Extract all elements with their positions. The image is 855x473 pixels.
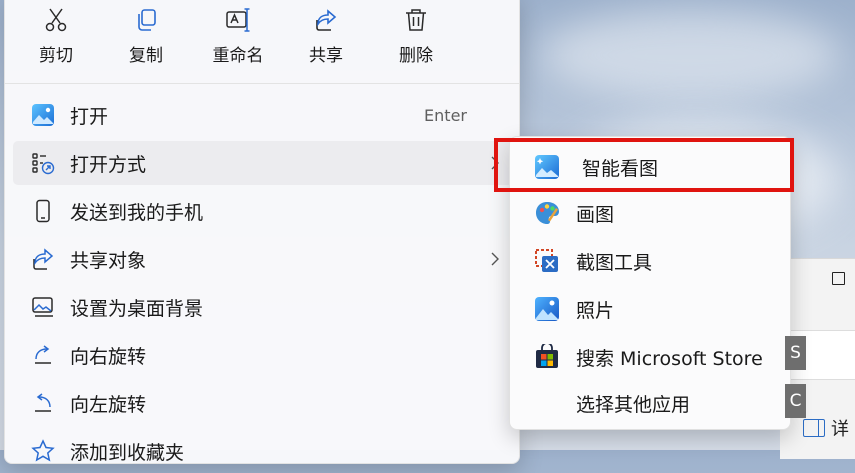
menu-item-rotate-left[interactable]: 向左旋转 bbox=[13, 381, 513, 425]
menu-item-open[interactable]: 打开 Enter bbox=[13, 93, 513, 137]
scissors-icon bbox=[45, 8, 67, 32]
rotate-left-icon bbox=[35, 393, 51, 412]
paint-icon bbox=[536, 202, 559, 224]
menu-item-add-to-favorites[interactable]: 添加到收藏夹 bbox=[13, 429, 513, 473]
access-key-badge: C bbox=[785, 384, 806, 418]
details-label: 详 bbox=[831, 419, 849, 440]
share-icon bbox=[316, 9, 337, 31]
submenu-item-label: 选择其他应用 bbox=[576, 393, 691, 416]
snipping-tool-icon bbox=[535, 249, 558, 272]
shortcut-label: Enter bbox=[424, 105, 467, 125]
submenu-item-smart-viewer[interactable]: 智能看图 bbox=[516, 145, 784, 189]
share-icon bbox=[33, 248, 54, 270]
menu-item-label: 向左旋转 bbox=[70, 393, 147, 416]
rotate-right-icon bbox=[35, 345, 51, 364]
submenu-item-label: 画图 bbox=[576, 203, 615, 226]
menu-divider bbox=[5, 83, 519, 84]
star-icon bbox=[31, 439, 55, 462]
desktop-background-icon bbox=[32, 297, 53, 317]
open-with-icon bbox=[32, 153, 55, 175]
copy-icon bbox=[138, 9, 156, 31]
submenu-item-label: 智能看图 bbox=[582, 157, 659, 180]
submenu-item-paint[interactable]: 画图 bbox=[516, 191, 784, 235]
menu-item-label: 发送到我的手机 bbox=[70, 201, 204, 224]
menu-item-label: 向右旋转 bbox=[70, 345, 147, 368]
menu-item-share-with[interactable]: 共享对象 bbox=[13, 237, 513, 281]
context-menu: 剪切 复制 重命名 共享 删除 打开 Enter 打开方式 发送到我的手机 共享… bbox=[4, 0, 520, 464]
copy-label: 复制 bbox=[129, 46, 163, 66]
delete-button[interactable]: 删除 bbox=[381, 1, 451, 77]
menu-item-label: 共享对象 bbox=[70, 249, 147, 272]
photos-icon bbox=[535, 297, 559, 321]
details-pane-button[interactable]: 详 bbox=[803, 415, 849, 441]
menu-item-label: 打开方式 bbox=[70, 153, 147, 176]
submenu-item-choose-other-app[interactable]: 选择其他应用 bbox=[516, 381, 784, 425]
menu-item-rotate-right[interactable]: 向右旋转 bbox=[13, 333, 513, 377]
menu-item-open-with[interactable]: 打开方式 bbox=[13, 141, 513, 185]
rename-label: 重命名 bbox=[212, 46, 264, 66]
submenu-item-label: 搜索 Microsoft Store bbox=[576, 347, 763, 370]
rename-button[interactable]: 重命名 bbox=[203, 1, 273, 77]
details-pane-icon bbox=[803, 419, 825, 437]
copy-button[interactable]: 复制 bbox=[111, 1, 181, 77]
access-key-badge: S bbox=[785, 336, 806, 370]
chevron-right-icon bbox=[491, 156, 499, 170]
submenu-item-photos[interactable]: 照片 bbox=[516, 287, 784, 331]
share-button[interactable]: 共享 bbox=[291, 1, 361, 77]
menu-item-set-desktop-background[interactable]: 设置为桌面背景 bbox=[13, 285, 513, 329]
background-cloud bbox=[540, 10, 840, 100]
delete-label: 删除 bbox=[399, 46, 433, 66]
smart-viewer-icon bbox=[535, 155, 559, 179]
submenu-item-label: 截图工具 bbox=[576, 251, 653, 274]
chevron-right-icon bbox=[491, 252, 499, 266]
cut-label: 剪切 bbox=[39, 46, 73, 66]
trash-icon bbox=[406, 9, 426, 31]
photos-icon bbox=[32, 104, 54, 126]
quick-action-bar: 剪切 复制 重命名 共享 删除 bbox=[5, 1, 519, 77]
rename-icon bbox=[226, 8, 250, 32]
submenu-item-label: 照片 bbox=[576, 299, 615, 322]
menu-item-label: 打开 bbox=[70, 105, 109, 128]
cut-button[interactable]: 剪切 bbox=[21, 1, 91, 77]
phone-icon bbox=[36, 199, 50, 223]
maximize-icon[interactable] bbox=[832, 272, 845, 285]
open-with-submenu: 智能看图 画图 截图工具 照片 搜索 Microsoft Store 选择其他应… bbox=[509, 136, 791, 430]
menu-item-send-to-phone[interactable]: 发送到我的手机 bbox=[13, 189, 513, 233]
submenu-item-snipping-tool[interactable]: 截图工具 bbox=[516, 239, 784, 283]
share-label: 共享 bbox=[309, 46, 343, 66]
menu-item-label: 设置为桌面背景 bbox=[70, 297, 204, 320]
store-icon bbox=[536, 344, 558, 368]
menu-item-label: 添加到收藏夹 bbox=[70, 441, 185, 464]
submenu-item-search-store[interactable]: 搜索 Microsoft Store bbox=[516, 335, 784, 379]
